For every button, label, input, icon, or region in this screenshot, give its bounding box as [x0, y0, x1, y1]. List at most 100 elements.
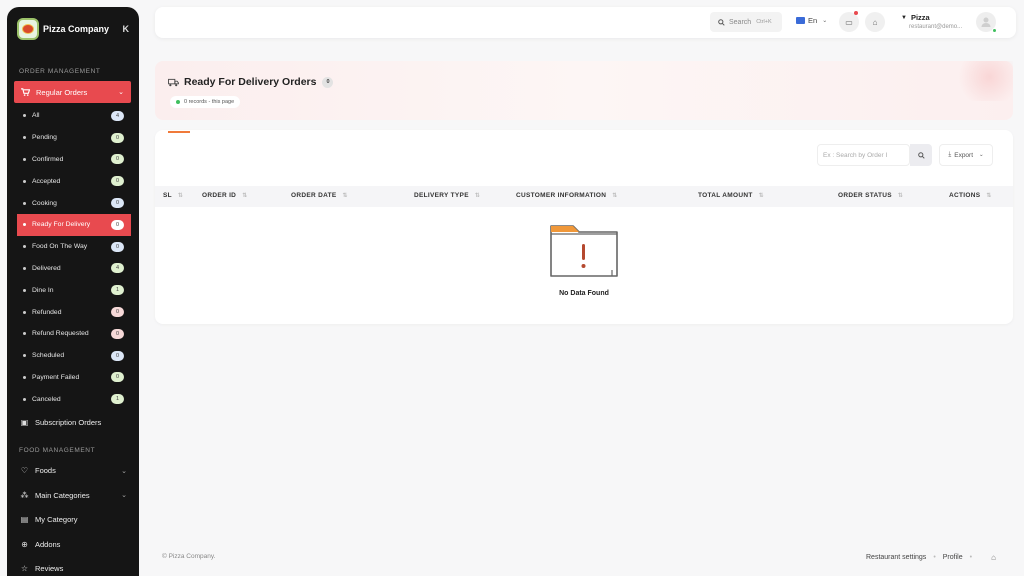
sidebar-subitem-label: Canceled: [32, 395, 61, 403]
count-badge: 1: [111, 394, 124, 405]
avatar[interactable]: [976, 12, 997, 33]
sidebar-subitem-refund-requested[interactable]: Refund Requested 0: [7, 323, 139, 345]
user-email: restaurant@demo...: [909, 24, 963, 30]
sort-icon: ⇅: [474, 193, 481, 199]
sidebar-subitem-food-on-the-way[interactable]: Food On The Way 0: [7, 236, 139, 258]
empty-state: No Data Found: [155, 222, 1013, 297]
order-search-input[interactable]: Ex : Search by Order I: [817, 144, 910, 166]
caret-down-icon: ▼: [901, 14, 907, 21]
column-header-sl[interactable]: SL ⇅: [163, 192, 183, 199]
user-menu[interactable]: ▼ Pizza restaurant@demo...: [901, 13, 962, 30]
messages-button[interactable]: ▭: [839, 11, 859, 32]
bullet-dot: [23, 397, 26, 401]
sort-icon: ⇅: [758, 193, 764, 199]
footer-link-profile[interactable]: Profile: [943, 554, 963, 561]
sidebar-item-foods[interactable]: ♡ Foods ⌄: [7, 459, 139, 484]
bullet-dot: [23, 288, 26, 292]
sidebar-subitem-label: Refunded: [32, 308, 62, 316]
order-status-list: All 4 Pending 0 Confirmed 0 Accepted 0 Cooking 0 R…: [7, 105, 139, 410]
order-search-button[interactable]: [910, 144, 932, 166]
count-badge: 0: [111, 219, 124, 230]
column-header-label: ORDER STATUS: [838, 192, 892, 199]
column-header-delivery-type[interactable]: DELIVERY TYPE ⇅: [414, 192, 480, 199]
sidebar-subitem-dine-in[interactable]: Dine In 1: [7, 279, 139, 301]
column-header-label: ORDER ID: [202, 192, 237, 199]
count-badge: 0: [111, 198, 124, 209]
sidebar-subitem-label: All: [32, 112, 40, 120]
cart-button[interactable]: ⌂: [865, 12, 885, 32]
language-selector[interactable]: En ⌄: [796, 16, 827, 25]
user-name: Pizza: [910, 13, 930, 22]
section-title-order-management: ORDER MANAGEMENT: [19, 68, 101, 75]
column-header-label: CUSTOMER INFORMATION: [516, 192, 607, 199]
sidebar-item-addons[interactable]: ⊕ Addons: [7, 532, 139, 557]
export-button[interactable]: ⤓ Export ⌄: [939, 144, 993, 166]
bullet-dot: [23, 332, 26, 336]
brand-name: Pizza Company: [43, 24, 110, 34]
sidebar-subitem-payment-failed[interactable]: Payment Failed 0: [7, 367, 139, 389]
sidebar-item-label: My Category: [35, 515, 78, 525]
column-header-order-status[interactable]: ORDER STATUS ⇅: [838, 192, 903, 199]
footer-links: Restaurant settings • Profile • ⌂: [866, 553, 996, 562]
sidebar-item-label: Reviews: [35, 564, 64, 574]
online-status-dot: [992, 28, 997, 33]
flag-icon: [796, 17, 805, 24]
chat-icon: ▭: [845, 17, 853, 27]
heart-icon: ♡: [20, 466, 29, 476]
bullet-dot: [23, 136, 26, 140]
chevron-down-icon: ⌄: [121, 492, 127, 500]
bullet-dot: [23, 354, 26, 358]
column-header-order-id[interactable]: ORDER ID ⇅: [202, 192, 248, 199]
search-icon: [718, 18, 725, 26]
bullet-dot: [23, 223, 26, 227]
bullet-dot: [23, 179, 26, 183]
count-badge: 0: [111, 176, 124, 187]
copyright: © Pizza Company.: [162, 553, 216, 560]
column-header-total-amount[interactable]: TOTAL AMOUNT ⇅: [698, 192, 764, 199]
sidebar-subitem-label: Dine In: [32, 286, 54, 294]
column-header-actions[interactable]: ACTIONS ⇅: [949, 192, 992, 199]
active-tab-indicator: [168, 131, 190, 133]
top-bar: Search Ctrl+K En ⌄ ▭ ⌂ ▼ Pizza restaurant…: [155, 7, 1016, 38]
sidebar-item-reviews[interactable]: ☆ Reviews: [7, 557, 139, 576]
sidebar-item-my-category[interactable]: ▤ My Category: [7, 508, 139, 533]
sidebar-subitem-pending[interactable]: Pending 0: [7, 127, 139, 149]
column-header-customer-information[interactable]: CUSTOMER INFORMATION ⇅: [516, 192, 618, 199]
table-header: SL ⇅ ORDER ID ⇅ ORDER DATE ⇅ DELIVERY TYPE ⇅ CUS…: [155, 186, 1013, 207]
sidebar-subitem-confirmed[interactable]: Confirmed 0: [7, 149, 139, 171]
footer-link-restaurant-settings[interactable]: Restaurant settings: [866, 554, 926, 561]
sidebar-item-subscription-orders[interactable]: ▣ Subscription Orders: [7, 410, 139, 435]
brand[interactable]: Pizza Company K: [7, 7, 139, 51]
sidebar-subitem-label: Food On The Way: [32, 243, 88, 251]
sidebar-subitem-label: Cooking: [32, 199, 57, 207]
sidebar-subitem-delivered[interactable]: Delivered 4: [7, 258, 139, 280]
sidebar-subitem-ready-for-delivery[interactable]: Ready For Delivery 0: [17, 213, 131, 236]
count-badge: 0: [111, 154, 124, 165]
user-icon: [981, 17, 991, 27]
home-icon[interactable]: ⌂: [991, 553, 996, 562]
sidebar-subitem-accepted[interactable]: Accepted 0: [7, 170, 139, 192]
sort-icon: ⇅: [897, 193, 904, 199]
count-badge: 0: [111, 350, 124, 361]
sidebar-item-main-categories[interactable]: ⁂ Main Categories ⌄: [7, 483, 139, 508]
collapse-sidebar-icon[interactable]: K: [123, 24, 130, 34]
column-header-order-date[interactable]: ORDER DATE ⇅: [291, 192, 348, 199]
download-icon: ⤓: [948, 151, 952, 158]
sort-icon: ⇅: [986, 193, 992, 199]
global-search-button[interactable]: Search Ctrl+K: [710, 12, 782, 32]
sidebar-subitem-canceled[interactable]: Canceled 1: [7, 388, 139, 410]
section-title-food-management: FOOD MANAGEMENT: [19, 446, 96, 454]
sidebar-subitem-all[interactable]: All 4: [7, 105, 139, 127]
sidebar-subitem-scheduled[interactable]: Scheduled 0: [7, 345, 139, 367]
sidebar-subitem-refunded[interactable]: Refunded 0: [7, 301, 139, 323]
bullet-dot: [23, 310, 26, 314]
sidebar-subitem-cooking[interactable]: Cooking 0: [7, 192, 139, 214]
printer-icon: ▤: [20, 515, 29, 525]
count-badge: 0: [322, 76, 334, 88]
basket-icon: ⌂: [872, 17, 878, 27]
count-badge: 0: [111, 307, 124, 318]
sidebar-item-regular-orders[interactable]: Regular Orders ⌄: [14, 81, 131, 103]
bullet-dot: [23, 266, 26, 270]
star-icon: ☆: [20, 564, 29, 574]
sidebar: Pizza Company K ORDER MANAGEMENT Regular…: [7, 7, 139, 576]
